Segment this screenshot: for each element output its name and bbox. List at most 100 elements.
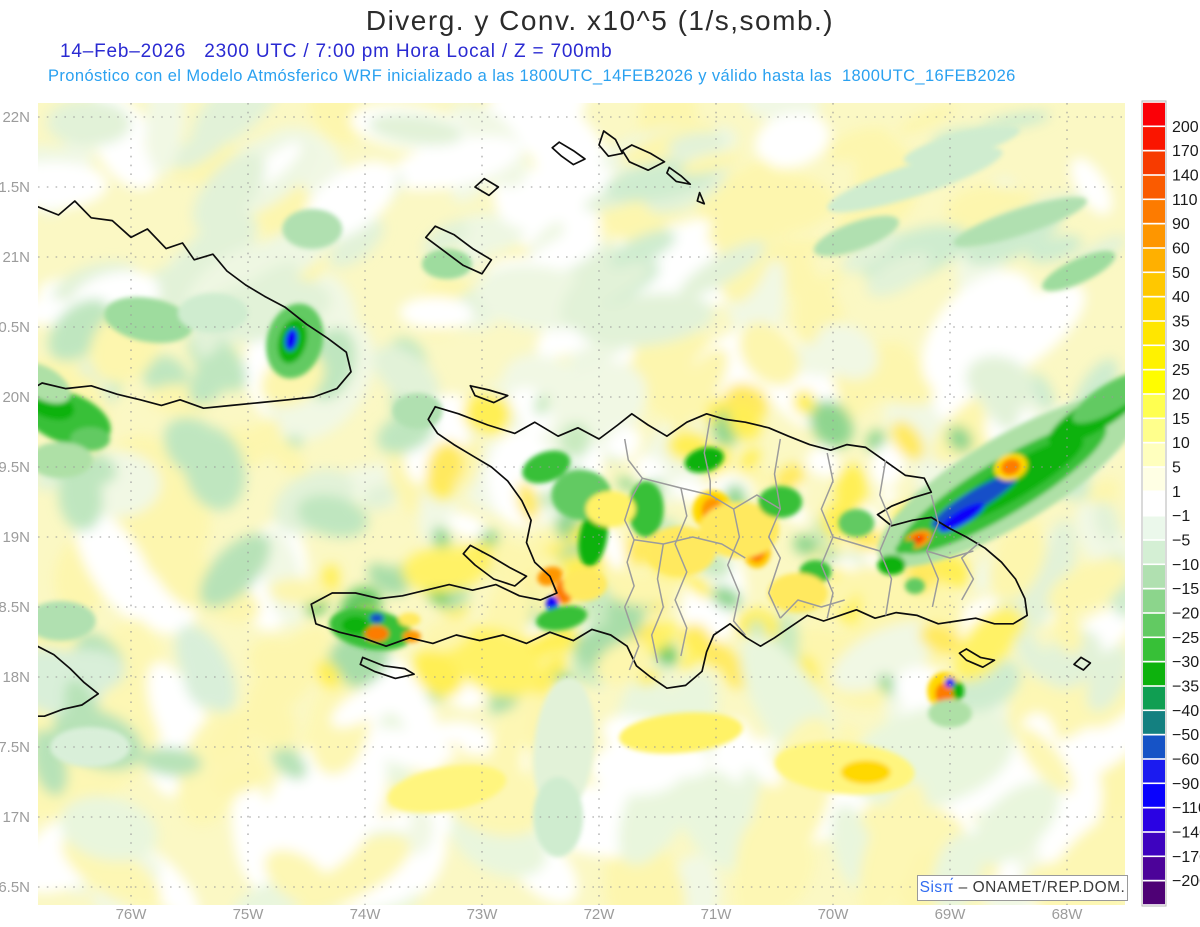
page: { "header": { "title": "Diverg. y Conv. … <box>0 0 1200 927</box>
colorbar-cell <box>1143 346 1165 369</box>
colorbar-label: −40 <box>1172 703 1199 720</box>
lat-label: 22N <box>2 109 30 126</box>
colorbar-label: −170 <box>1172 849 1200 866</box>
colorbar-label: 40 <box>1172 289 1190 306</box>
lon-label: 70W <box>818 906 850 923</box>
colorbar-cell <box>1143 516 1165 540</box>
hotspot <box>38 442 93 478</box>
colorbar-cell <box>1143 443 1165 467</box>
hotspot <box>563 568 607 601</box>
lat-label: 7.5N <box>0 739 30 756</box>
attribution-text: – ONAMET/REP.DOM. <box>953 879 1126 896</box>
lat-label: 9.5N <box>0 459 30 476</box>
lat-label: 17N <box>2 809 30 826</box>
lat-axis-labels: 22N 1.5N 21N 0.5N 20N 9.5N 19N 8.5N 18N 7.5N 17N 6.… <box>0 109 30 896</box>
hotspot <box>282 209 343 249</box>
colorbar-cell <box>1143 102 1165 126</box>
colorbar-cell <box>1143 394 1165 418</box>
colorbar-legend: 200 170 140 110 90 60 50 40 35 30 25 20 15 10 5 1 −1 −5 −1… <box>1141 100 1200 907</box>
colorbar-label: −1 <box>1172 508 1190 525</box>
colorbar-label: 15 <box>1172 411 1190 428</box>
lon-label: 69W <box>935 906 967 923</box>
lat-label: 21N <box>2 249 30 266</box>
hotspot <box>369 613 384 624</box>
map-canvas: 22N 1.5N 21N 0.5N 20N 9.5N 19N 8.5N 18N 7.5N 17N 6.… <box>0 100 1200 923</box>
colorbar-cell <box>1143 711 1165 734</box>
colorbar-cell <box>1143 565 1165 588</box>
colorbar-cell <box>1143 589 1165 613</box>
colorbar-label: −200 <box>1172 873 1200 890</box>
lon-label: 73W <box>467 906 499 923</box>
colorbar-cell <box>1143 248 1165 272</box>
hotspot <box>645 526 716 576</box>
colorbar-cell <box>1143 200 1165 223</box>
lat-label: 0.5N <box>0 319 30 336</box>
colorbar-cell <box>1143 808 1165 832</box>
colorbar-cell <box>1143 784 1165 807</box>
colorbar-cell <box>1143 686 1165 710</box>
lon-label: 72W <box>584 906 616 923</box>
colorbar-cell <box>1143 127 1165 150</box>
colorbar-cell <box>1143 321 1165 345</box>
lon-label: 74W <box>350 906 382 923</box>
colorbar-cell <box>1143 613 1165 637</box>
lat-label: 19N <box>2 529 30 546</box>
colorbar-cell <box>1143 370 1165 394</box>
colorbar-label: −35 <box>1172 679 1199 696</box>
hotspot <box>952 682 965 700</box>
divergence-field <box>38 103 1125 905</box>
colorbar-label: 110 <box>1172 192 1198 209</box>
weather-map-screen: Diverg. y Conv. x10^5 (1/s,somb.) 14–Feb… <box>0 0 1200 927</box>
colorbar-label: 1 <box>1172 484 1181 501</box>
colorbar-cell <box>1143 297 1165 321</box>
colorbar-label: −10 <box>1172 557 1199 574</box>
colorbar-label: −60 <box>1172 752 1199 769</box>
colorbar-label: −15 <box>1172 581 1199 598</box>
colorbar-label: 30 <box>1172 338 1190 355</box>
colorbar-label: −90 <box>1172 776 1199 793</box>
hotspot <box>838 509 875 537</box>
lat-label: 6.5N <box>0 879 30 896</box>
colorbar-label: 170 <box>1172 143 1199 160</box>
hotspot <box>758 486 803 518</box>
hotspot <box>877 555 906 575</box>
lon-axis-labels: 76W 75W 74W 73W 72W 71W 70W 69W 68W <box>116 906 1084 923</box>
colorbar-cell <box>1143 662 1165 686</box>
colorbar-cell <box>1143 175 1165 199</box>
colorbar-label: 200 <box>1172 119 1199 136</box>
colorbar-cell <box>1143 540 1165 564</box>
lon-label: 68W <box>1052 906 1084 923</box>
attribution-box: Sisπ́ – ONAMET/REP.DOM. <box>917 875 1128 901</box>
colorbar-label: −20 <box>1172 606 1199 623</box>
colorbar-cell <box>1143 419 1165 442</box>
colorbar-label: 35 <box>1172 314 1190 331</box>
hotspot <box>904 578 925 594</box>
colorbar-cell <box>1143 735 1165 759</box>
colorbar-label: 60 <box>1172 241 1190 258</box>
lat-label: 20N <box>2 389 30 406</box>
hotspot <box>840 760 891 785</box>
colorbar-label: −30 <box>1172 654 1199 671</box>
colorbar-label: 20 <box>1172 387 1190 404</box>
colorbar-label: −50 <box>1172 727 1199 744</box>
lat-label: 18N <box>2 669 30 686</box>
colorbar-cell <box>1143 467 1165 491</box>
hotspot <box>38 601 96 641</box>
colorbar-label: 90 <box>1172 216 1190 233</box>
colorbar-cell <box>1143 151 1165 175</box>
colorbar-cell <box>1143 857 1165 880</box>
colorbar-label: −110 <box>1172 800 1200 817</box>
colorbar-label: 25 <box>1172 362 1190 379</box>
hotspot <box>398 612 421 627</box>
lon-label: 75W <box>233 906 265 923</box>
colorbar-label: 50 <box>1172 265 1190 282</box>
colorbar-label: −5 <box>1172 533 1190 550</box>
colorbar-cell <box>1143 224 1165 248</box>
hotspot <box>928 699 972 728</box>
colorbar-label: 140 <box>1172 168 1199 185</box>
lon-label: 76W <box>116 906 148 923</box>
colorbar-label: −25 <box>1172 630 1199 647</box>
colorbar-cell <box>1143 881 1165 905</box>
lat-label: 8.5N <box>0 599 30 616</box>
colorbar-cell <box>1143 492 1165 515</box>
